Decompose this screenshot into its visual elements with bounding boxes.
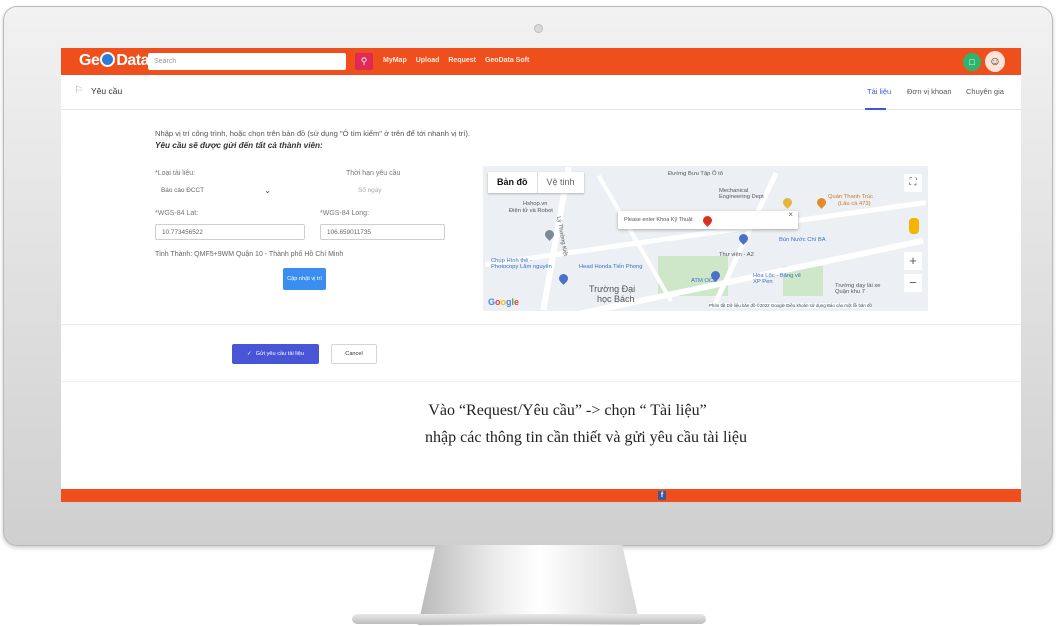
- map-view[interactable]: Bản đồ Vệ tinh Đường Bưu Tập Ô tô Hshop.v…: [483, 166, 928, 311]
- footer-bar: f: [61, 489, 1021, 502]
- caption-line-1: Vào “Request/Yêu cầu” -> chọn “ Tài liệu…: [428, 402, 707, 419]
- top-menu: MyMap Upload Request GeoData Soft: [383, 57, 536, 64]
- screen: Ge Data Search ⚲ MyMap Upload Request Geo…: [61, 48, 1021, 502]
- search-input[interactable]: Search: [148, 53, 346, 70]
- zoom-in-button[interactable]: +: [904, 252, 922, 270]
- deadline-input[interactable]: Số ngày: [346, 183, 424, 199]
- user-avatar[interactable]: ☺: [985, 51, 1005, 72]
- doc-type-select[interactable]: Báo cáo ĐCCT ⌄: [155, 183, 277, 199]
- map-type-tabs: Bản đồ Vệ tinh: [488, 172, 584, 193]
- map-tab-satellite[interactable]: Vệ tinh: [536, 172, 584, 193]
- monitor-stand: [418, 545, 640, 625]
- menu-mymap[interactable]: MyMap: [383, 57, 407, 64]
- monitor-base: [352, 614, 706, 624]
- map-label: Mechanical Engineering Dept: [719, 188, 764, 200]
- instruction-bold: Yêu cầu sẽ được gửi đến tất cả thành viê…: [155, 141, 323, 150]
- page-title: Yêu cầu: [91, 86, 123, 96]
- map-label: Trường Đại: [589, 284, 636, 294]
- divider: [61, 381, 1021, 382]
- tab-drilling-unit[interactable]: Đơn vị khoan: [907, 87, 952, 96]
- globe-icon: [100, 52, 116, 67]
- map-label: Điện tử và Robot: [509, 208, 553, 214]
- map-tab-map[interactable]: Bản đồ: [488, 172, 537, 193]
- submit-request-button[interactable]: ✓ Gửi yêu cầu tài liệu: [232, 344, 319, 364]
- chevron-down-icon: ⌄: [264, 186, 271, 195]
- geodata-logo[interactable]: Ge Data: [79, 52, 150, 70]
- menu-upload[interactable]: Upload: [416, 57, 440, 64]
- map-label: học Bách: [597, 294, 635, 304]
- tab-expert[interactable]: Chuyên gia: [966, 87, 1004, 96]
- instruction-text: Nhập vị trí công trình, hoặc chọn trên b…: [155, 129, 471, 138]
- map-label: Bún Nước Chí BA: [779, 237, 826, 243]
- map-attribution[interactable]: Phím tắt Dữ liệu bản đồ ©2022 Google Điề…: [709, 303, 872, 308]
- facebook-icon[interactable]: f: [658, 491, 666, 500]
- map-label: Head Honda Tiến Phong: [579, 264, 643, 270]
- caption-line-2: nhập các thông tin cần thiết và gửi yêu …: [425, 429, 747, 446]
- deadline-label: Thời hạn yêu cầu: [346, 170, 401, 177]
- map-label: Đường Bưu Tập Ô tô: [668, 171, 723, 177]
- doc-type-label: *Loại tài liệu:: [155, 170, 196, 177]
- fullscreen-icon[interactable]: ⛶: [904, 174, 922, 192]
- map-label: Hòa Lộc - Bảng vẽ XP Pen: [753, 273, 802, 285]
- restaurant-pin-icon[interactable]: [815, 196, 828, 209]
- street-view-icon[interactable]: [909, 218, 919, 234]
- menu-geodata-soft[interactable]: GeoData Soft: [485, 57, 529, 64]
- top-navbar: Ge Data Search ⚲ MyMap Upload Request Geo…: [61, 48, 1021, 75]
- divider: [61, 324, 1021, 325]
- place-pin-icon[interactable]: [557, 272, 570, 285]
- search-icon[interactable]: ⚲: [355, 53, 373, 70]
- map-label: Hshop.vn: [523, 201, 548, 207]
- map-label: Trường dạy lái xe Quận khu 7: [835, 283, 881, 295]
- tab-documents[interactable]: Tài liệu: [867, 87, 891, 96]
- map-label: Thư viện - A2: [719, 252, 754, 258]
- chat-icon[interactable]: □: [963, 53, 981, 71]
- active-tab-indicator: [865, 108, 886, 110]
- camera-icon: [534, 24, 543, 33]
- zoom-out-button[interactable]: −: [904, 274, 922, 292]
- map-label: Quán Thanh Trúc: [828, 194, 874, 200]
- update-location-button[interactable]: Cập nhật vị trí: [283, 268, 326, 290]
- map-label: (Lâu cá 473): [838, 201, 871, 207]
- lat-label: *WGS-84 Lat:: [155, 210, 199, 217]
- menu-request[interactable]: Request: [448, 57, 476, 64]
- long-input[interactable]: 106.659011735: [320, 224, 445, 240]
- cancel-button[interactable]: Cancel: [331, 344, 377, 364]
- check-icon: ✓: [247, 351, 252, 357]
- google-logo: Google: [488, 297, 520, 307]
- page-header: ⚐ Yêu cầu Tài liệu Đơn vị khoan Chuyên g…: [61, 75, 1021, 110]
- request-icon: ⚐: [74, 85, 83, 96]
- lat-input[interactable]: 10.773456522: [155, 224, 305, 240]
- map-label: Chụp Hình thẻ - Photocopy Lâm nguyên: [491, 258, 552, 270]
- long-label: *WGS-84 Long:: [320, 210, 370, 217]
- close-icon[interactable]: ×: [788, 206, 793, 224]
- province-text: Tỉnh Thành: QMF5+9WM Quận 10 - Thành phố…: [155, 251, 344, 258]
